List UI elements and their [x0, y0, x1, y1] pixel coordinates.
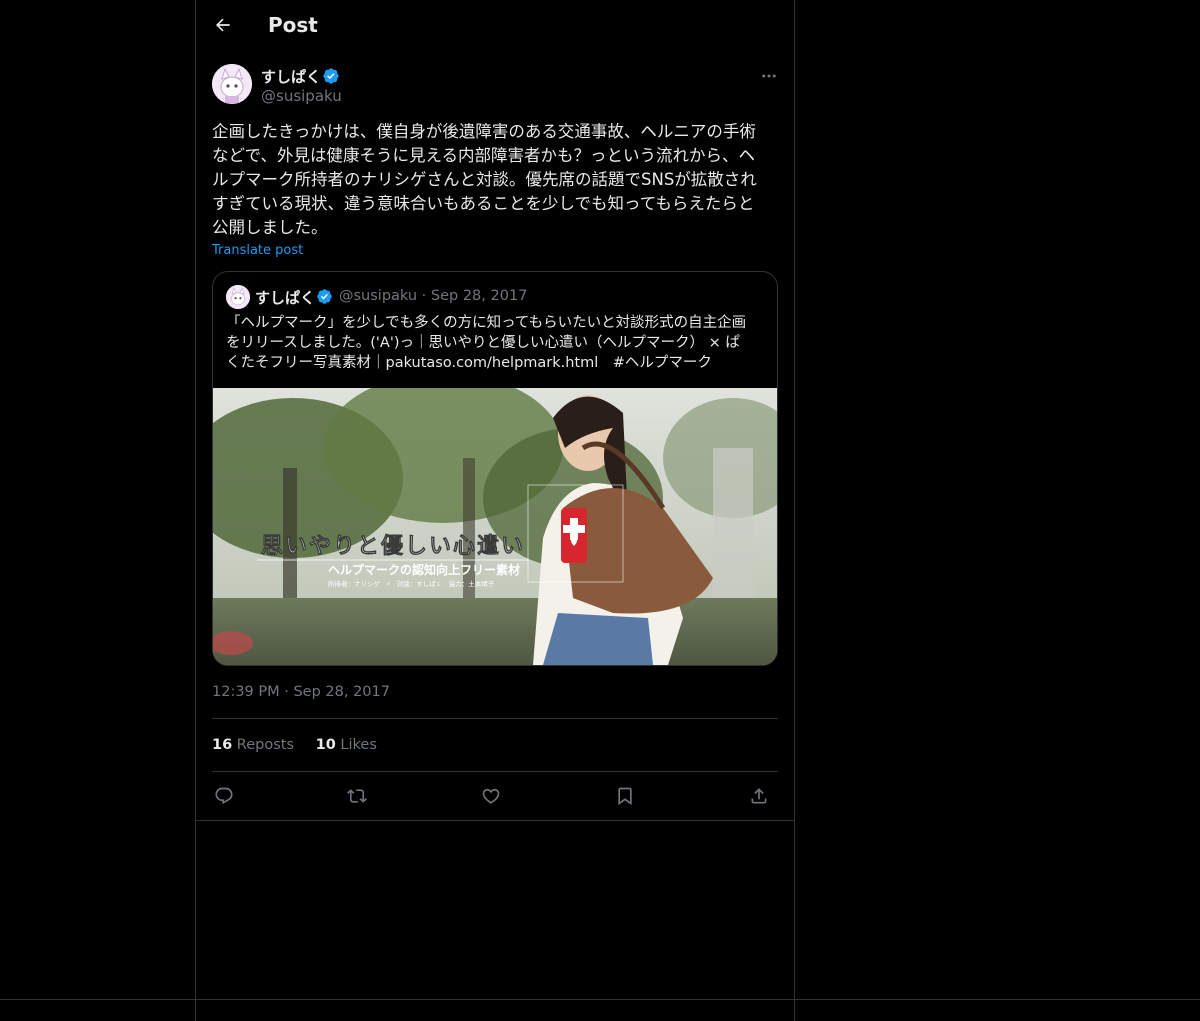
more-button[interactable] — [757, 64, 781, 88]
bookmark-button[interactable] — [613, 784, 637, 808]
post-header: Post — [196, 0, 794, 53]
translate-post-link[interactable]: Translate post — [212, 243, 303, 258]
arrow-left-icon — [215, 18, 230, 32]
image-credits: 所持者：ナリシゲ × 対談：すしぱく 協力：土本晴子 — [328, 579, 495, 588]
quoted-author-name: すしぱく — [255, 289, 316, 307]
reposts-count: 16 — [212, 737, 233, 753]
reply-button[interactable] — [212, 784, 236, 808]
like-button[interactable] — [479, 784, 503, 808]
repost-icon — [347, 789, 367, 803]
quoted-post[interactable]: すしぱく @susipaku · Sep 28, 2017 「ヘルプマーク」を少… — [212, 271, 778, 666]
divider — [212, 718, 778, 719]
repost-button[interactable] — [345, 784, 369, 808]
share-icon — [751, 788, 767, 804]
reply-icon — [215, 787, 233, 805]
post-column: Post すしぱく @susipaku 企画したきっかけは、僕自身が後遺障害のあ… — [195, 0, 795, 1021]
back-button[interactable] — [210, 12, 236, 38]
author-handle[interactable]: @susipaku — [261, 87, 342, 105]
quoted-meta: @susipaku · Sep 28, 2017 — [339, 288, 528, 304]
quoted-avatar — [226, 285, 250, 309]
likes-count: 10 — [315, 737, 336, 753]
image-subtitle: ヘルプマークの認知向上フリー素材 — [328, 562, 520, 577]
heart-icon — [482, 788, 500, 804]
reposts-label: Reposts — [236, 737, 295, 753]
divider — [0, 999, 1200, 1000]
likes-label: Likes — [340, 737, 377, 753]
post-text: 企画したきっかけは、僕自身が後遺障害のある交通事故、ヘルニアの手術 などで、外見… — [212, 122, 757, 237]
verified-badge-icon — [317, 289, 332, 304]
image-title: 思いやりと優しい心遣い — [261, 533, 525, 558]
likes-stat[interactable]: 10 Likes — [316, 737, 377, 753]
quoted-text: 「ヘルプマーク」を少しでも多くの方に知ってもらいたいと対談形式の自主企画 をリリ… — [226, 315, 747, 371]
verified-badge-icon — [323, 68, 339, 84]
page-title: Post — [268, 13, 318, 37]
reposts-stat[interactable]: 16 Reposts — [212, 737, 294, 753]
post-actions — [212, 784, 778, 808]
bookmark-icon — [618, 787, 632, 806]
post-stats: 16 Reposts 10 Likes — [212, 737, 394, 753]
avatar[interactable] — [212, 64, 252, 104]
share-button[interactable] — [747, 784, 771, 808]
post-author: すしぱく @susipaku — [212, 64, 778, 108]
divider — [212, 771, 778, 772]
author-name[interactable]: すしぱく — [261, 66, 321, 87]
divider — [196, 820, 794, 821]
more-horizontal-icon — [762, 74, 776, 78]
post-timestamp[interactable]: 12:39 PM · Sep 28, 2017 — [212, 684, 390, 700]
quoted-image[interactable]: 思いやりと優しい心遣い ヘルプマークの認知向上フリー素材 所持者：ナリシゲ × … — [213, 388, 777, 665]
